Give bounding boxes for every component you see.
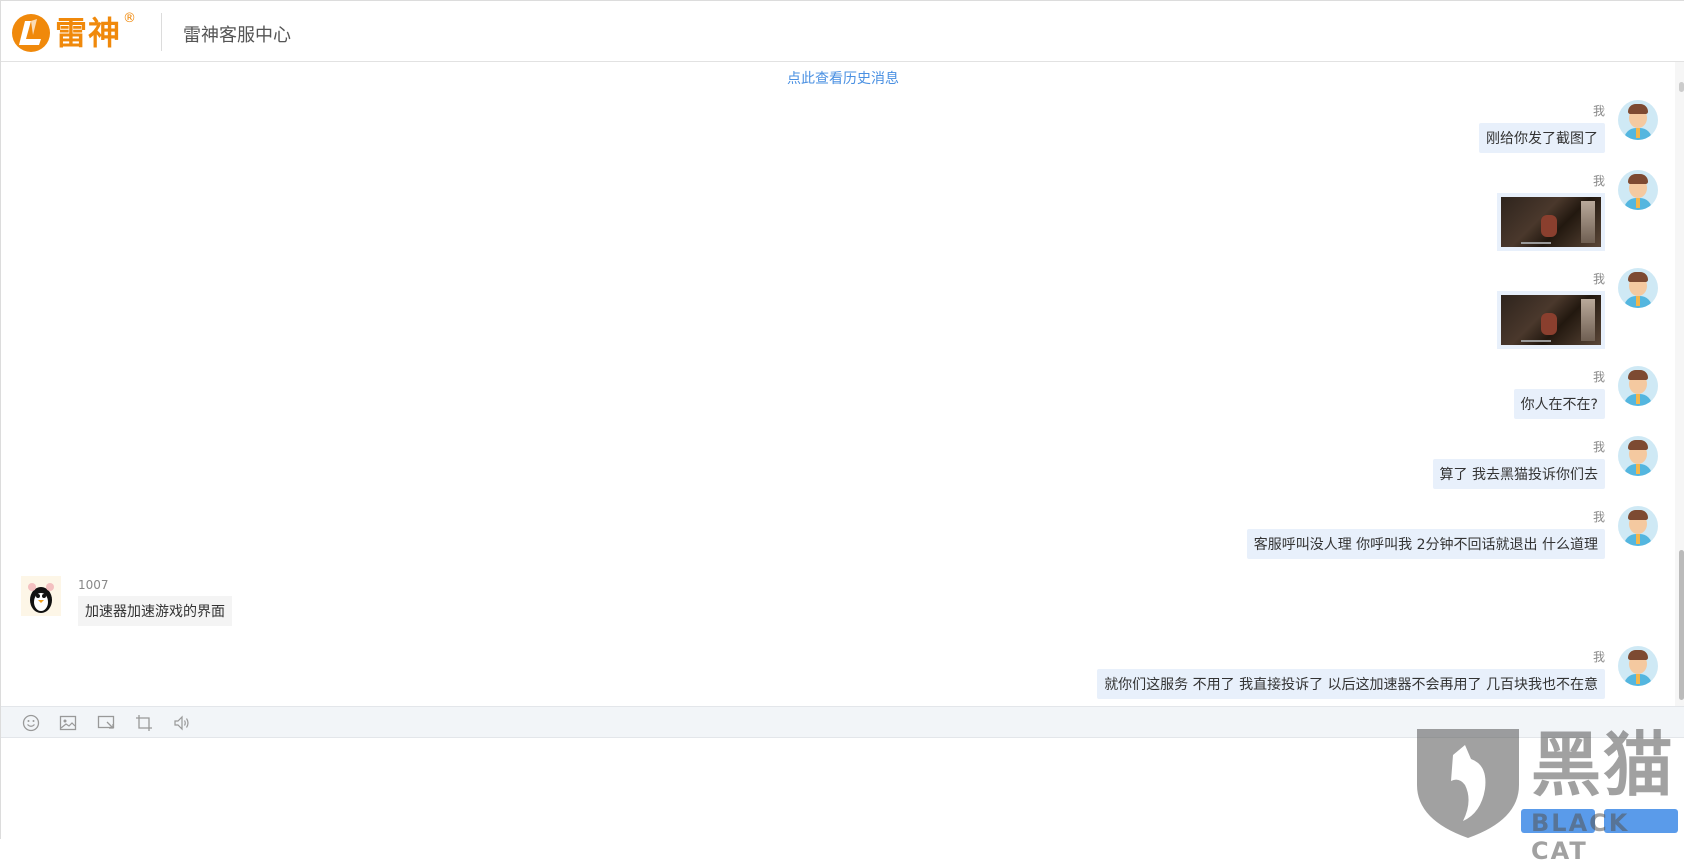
message-bubble: 刚给你发了截图了 (1479, 123, 1605, 153)
message-row: 我 刚给你发了截图了 (1479, 102, 1605, 153)
registered-mark: ® (123, 11, 136, 26)
header: 雷神 ® 雷神客服中心 (1, 1, 1684, 62)
message-input[interactable] (1, 738, 1684, 840)
avatar (1618, 436, 1658, 476)
message-row: 我 (1497, 270, 1605, 353)
message-row: 我 你人在不在? (1513, 368, 1605, 419)
message-row: 1007 加速器加速游戏的界面 (78, 578, 232, 626)
logo-icon (12, 14, 50, 52)
chat-scrollbar[interactable] (1675, 62, 1684, 706)
message-row: 我 客服呼叫没人理 你呼叫我 2分钟不回话就退出 什么道理 (1246, 508, 1605, 559)
message-sender: 我 (1592, 650, 1605, 664)
message-bubble: 你人在不在? (1513, 389, 1605, 419)
crop-icon[interactable] (135, 714, 153, 732)
message-sender: 我 (1592, 440, 1605, 454)
brand-logo[interactable]: 雷神 ® (11, 11, 136, 53)
image-message[interactable] (1497, 291, 1605, 349)
message-bubble: 就你们这服务 不用了 我直接投诉了 以后这加速器不会再用了 几百块我也不在意 (1097, 669, 1605, 699)
volume-icon[interactable] (173, 714, 191, 732)
message-sender: 我 (1592, 104, 1605, 118)
message-sender: 我 (1592, 510, 1605, 524)
scrollbar-thumb[interactable] (1679, 550, 1684, 700)
screenshot-icon[interactable] (97, 714, 115, 732)
image-icon[interactable] (59, 714, 77, 732)
message-bubble: 客服呼叫没人理 你呼叫我 2分钟不回话就退出 什么道理 (1246, 529, 1605, 559)
close-chat-button[interactable] (1521, 809, 1595, 833)
send-button[interactable] (1604, 809, 1678, 833)
avatar (1618, 170, 1658, 210)
screenshot-thumbnail[interactable] (1501, 295, 1601, 345)
message-bubble: 算了 我去黑猫投诉你们去 (1432, 459, 1605, 489)
agent-name: 1007 (78, 578, 109, 592)
message-input-area (1, 738, 1684, 840)
chat-panel: 点此查看历史消息 我 刚给你发了截图了 我 我 我 你人在不在? 我 算了 我去… (1, 62, 1684, 706)
message-row: 我 (1497, 172, 1605, 255)
message-sender: 我 (1592, 174, 1605, 188)
history-link[interactable]: 点此查看历史消息 (1, 68, 1684, 88)
agent-message-bubble: 加速器加速游戏的界面 (78, 596, 232, 626)
image-message[interactable] (1497, 193, 1605, 251)
app-window: 雷神 ® 雷神客服中心 点此查看历史消息 我 刚给你发了截图了 我 我 我 你人… (0, 0, 1684, 865)
penguin-icon (28, 583, 54, 613)
avatar (1618, 646, 1658, 686)
scrollbar-thumb-top (1679, 82, 1684, 92)
avatar (1618, 100, 1658, 140)
page-title: 雷神客服中心 (183, 25, 291, 46)
avatar (1618, 506, 1658, 546)
agent-avatar (21, 576, 61, 616)
avatar (1618, 268, 1658, 308)
message-row: 我 算了 我去黑猫投诉你们去 (1432, 438, 1605, 489)
message-sender: 我 (1592, 370, 1605, 384)
input-toolbar (1, 706, 1684, 738)
emoji-icon[interactable] (22, 714, 40, 732)
header-divider (161, 13, 162, 51)
screenshot-thumbnail[interactable] (1501, 197, 1601, 247)
logo-text: 雷神 (55, 14, 122, 52)
avatar (1618, 366, 1658, 406)
message-sender: 我 (1592, 272, 1605, 286)
message-row: 我 就你们这服务 不用了 我直接投诉了 以后这加速器不会再用了 几百块我也不在意 (1097, 648, 1605, 699)
